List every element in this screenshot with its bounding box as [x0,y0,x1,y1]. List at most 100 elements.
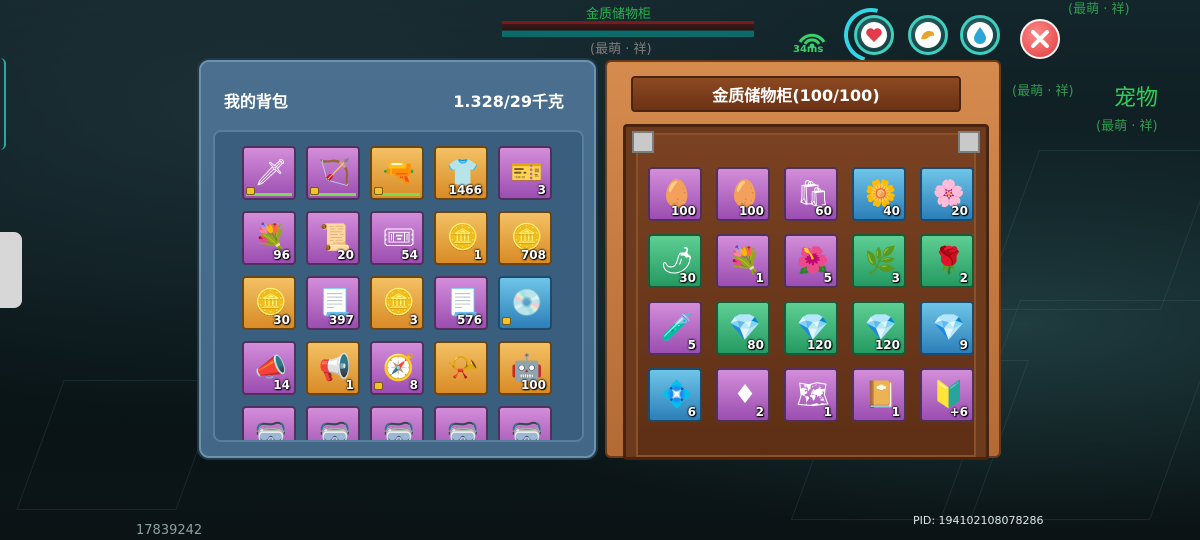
item-count: 5 [823,271,832,285]
inventory-slot[interactable]: 🪙 3 [370,276,424,330]
inventory-slot[interactable]: 🎟 54 [370,211,424,265]
item-count: 1 [473,248,482,262]
backpack-grid[interactable]: 🗡 🏹 🔫 👕 1466 🎫 3 💐 96 📜 20 🎟 54 🪙 1 🪙 708 🪙 30 📃 397 🪙 3 📃 576 💿 📣… [213,130,584,442]
inventory-slot[interactable]: 🥽 [306,406,360,440]
inventory-slot[interactable]: ♦ 2 [716,368,770,422]
inventory-slot[interactable]: 🪙 1 [434,211,488,265]
inventory-slot[interactable]: 🗡 [242,146,296,200]
inventory-slot[interactable]: 🤖 100 [498,341,552,395]
inventory-slot[interactable]: 💎 80 [716,301,770,355]
item-count: 14 [273,378,290,392]
heart-icon [861,22,887,48]
close-icon [1031,30,1049,48]
inventory-slot[interactable]: 🌹 2 [920,234,974,288]
health-button[interactable] [854,15,894,55]
storage-grid[interactable]: 🥚 100 🥚 100 🛍 60 🌼 40 🌸 20 🌶 30 💐 1 🌺 5 🌿 3 🌹 2 🧪 5 💎 80 💎 120 💎 12… [626,127,986,457]
npc-label: (最萌 · 祥) [1096,119,1158,134]
item-count: 80 [747,338,764,352]
inventory-slot[interactable]: 💎 9 [920,301,974,355]
item-count: 30 [679,271,696,285]
inventory-slot[interactable]: 📔 1 [852,368,906,422]
item-count: 708 [520,248,546,262]
inventory-slot[interactable]: 🥽 [242,406,296,442]
inventory-slot[interactable]: 💎 120 [784,301,838,355]
item-count: 100 [738,204,764,218]
item-count: 576 [456,313,482,327]
inventory-slot[interactable]: 🥚 100 [648,167,702,221]
sword-icon: 🗡 [254,158,288,188]
inventory-slot[interactable]: 📣 14 [242,341,296,395]
inventory-slot[interactable]: 📜 20 [306,211,360,265]
ping-label: 34ms [793,44,824,55]
inventory-slot[interactable]: 🧭 8 [370,341,424,395]
inventory-slot[interactable]: 💠 6 [648,368,702,422]
target-health-bar [502,21,754,37]
target-name: 金质储物柜 [586,7,652,22]
side-panel-edge [0,58,6,150]
inventory-slot[interactable]: 🗺 1 [784,368,838,422]
inventory-slot[interactable]: 🥚 100 [716,167,770,221]
goggles-icon: 🥽 [510,418,544,442]
inventory-slot[interactable]: 👕 1466 [434,146,488,200]
inventory-slot[interactable]: 🌼 40 [852,167,906,221]
item-count: 3 [537,183,546,197]
inventory-slot[interactable]: 🏹 [306,146,360,200]
inventory-slot[interactable]: 💎 120 [852,301,906,355]
item-count: 96 [273,248,290,262]
item-count: 1 [755,271,764,285]
inventory-slot[interactable]: 📃 397 [306,276,360,330]
inventory-slot[interactable]: 📯 [434,341,488,395]
storage-title: 金质储物柜(100/100) [631,76,961,112]
inventory-slot[interactable]: 💿 [498,276,552,330]
backpack-weight: 1.328/29千克 [453,92,564,111]
bow-icon: 🏹 [318,158,352,188]
inventory-slot[interactable]: 📢 1 [306,341,360,395]
item-count: 1 [345,378,354,392]
inventory-slot[interactable]: 💐 1 [716,234,770,288]
strength-button[interactable] [908,15,948,55]
side-drawer-handle[interactable] [0,232,22,308]
thirst-button[interactable] [960,15,1000,55]
item-count: 8 [409,378,418,392]
inventory-slot[interactable]: 🥽 [370,406,424,442]
close-button[interactable] [1020,19,1060,59]
inventory-slot[interactable]: 🔫 [370,146,424,200]
item-count: 20 [951,204,968,218]
lock-icon [502,317,511,325]
inventory-slot[interactable]: 🧪 5 [648,301,702,355]
item-count: 397 [328,313,354,327]
item-count: 2 [755,405,764,419]
item-count: 30 [273,313,290,327]
item-count: 60 [815,204,832,218]
backpack-title: 我的背包 [224,92,289,111]
inventory-slot[interactable]: 📃 576 [434,276,488,330]
inventory-slot[interactable]: 🌺 5 [784,234,838,288]
inventory-slot[interactable]: 🛍 60 [784,167,838,221]
goggles-icon: 🥽 [382,418,416,442]
item-count: 6 [687,405,696,419]
item-count: 3 [409,313,418,327]
item-count: 100 [670,204,696,218]
player-id-watermark: 17839242 [136,523,203,538]
inventory-slot[interactable]: 🌶 30 [648,234,702,288]
inventory-slot[interactable]: 🪙 708 [498,211,552,265]
inventory-slot[interactable]: 🌸 20 [920,167,974,221]
inventory-slot[interactable]: 💐 96 [242,211,296,265]
inventory-slot[interactable]: 🪙 30 [242,276,296,330]
npc-label: 宠物 [1114,86,1159,111]
rifle-icon: 🔫 [382,158,416,188]
inventory-slot[interactable]: 🔰 +6 [920,368,974,422]
lock-icon [246,187,255,195]
pid-label: PID: 194102108078286 [913,514,1044,527]
inventory-slot[interactable]: 🎫 3 [498,146,552,200]
goggles-icon: 🥽 [446,418,480,442]
inventory-slot[interactable]: 🥽 [434,406,488,442]
goggles-icon: 🥽 [254,418,288,442]
lock-icon [374,187,383,195]
inventory-slot[interactable]: 🥽 [498,406,552,442]
item-count: 54 [401,248,418,262]
floor-tile [16,380,224,510]
item-count: 5 [687,338,696,352]
lock-icon [374,382,383,390]
inventory-slot[interactable]: 🌿 3 [852,234,906,288]
